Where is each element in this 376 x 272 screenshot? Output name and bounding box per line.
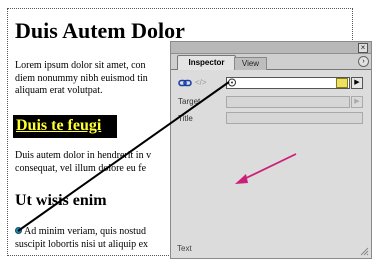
- target-field[interactable]: [226, 96, 350, 108]
- paragraph-3: Ad minim veriam, quis nostud suscipit lo…: [15, 226, 148, 251]
- title-field[interactable]: [226, 112, 363, 124]
- paragraph-2-line-1: Duis autem dolor in hendrerit in v: [15, 150, 152, 161]
- paragraph-2-line-2: consequat, vel illum dolore eu fe: [15, 162, 147, 174]
- href-input[interactable]: [226, 77, 350, 89]
- page-heading: Duis Autem Dolor: [15, 18, 185, 43]
- title-label: Title: [178, 114, 193, 123]
- tab-view[interactable]: View: [234, 57, 267, 70]
- paragraph-1-line-3: aliquam erat volutpat.: [15, 85, 103, 96]
- paragraph-3-line-2: suscipit lobortis nisi ut aliquip ex: [15, 238, 149, 250]
- target-label: Target: [178, 97, 201, 106]
- inspector-panel[interactable]: × Inspector View › </> ▶ Target ▶ Title …: [170, 41, 372, 259]
- paragraph-2: Duis autem dolor in hendrerit in v conse…: [15, 150, 151, 175]
- paragraph-1: Lorem ipsum dolor sit amet, con diem non…: [15, 60, 148, 98]
- paragraph-3-line-1: Ad minim veriam, quis nostud: [24, 226, 146, 237]
- paragraph-1-line-2: diem nonummy nibh euismod tin: [15, 72, 148, 84]
- tab-inspector[interactable]: Inspector: [177, 55, 236, 70]
- href-dropdown-button[interactable]: ▶: [351, 77, 363, 89]
- panel-menu-button[interactable]: ›: [358, 56, 369, 67]
- point-to-file-icon[interactable]: [226, 77, 238, 88]
- paragraph-1-line-1: Lorem ipsum dolor sit amet, con: [15, 60, 146, 71]
- resize-grip-icon[interactable]: [359, 246, 369, 256]
- panel-status-text: Text: [177, 244, 192, 253]
- subheading: Ut wisis enim: [15, 192, 107, 209]
- panel-titlebar[interactable]: ×: [171, 42, 371, 54]
- script-icon[interactable]: </>: [195, 78, 207, 87]
- target-dropdown-button[interactable]: ▶: [351, 96, 363, 108]
- folder-icon[interactable]: [336, 78, 348, 88]
- selected-link[interactable]: Duis te feugi: [16, 117, 101, 135]
- close-icon[interactable]: ×: [358, 43, 368, 53]
- link-icon[interactable]: [178, 79, 192, 87]
